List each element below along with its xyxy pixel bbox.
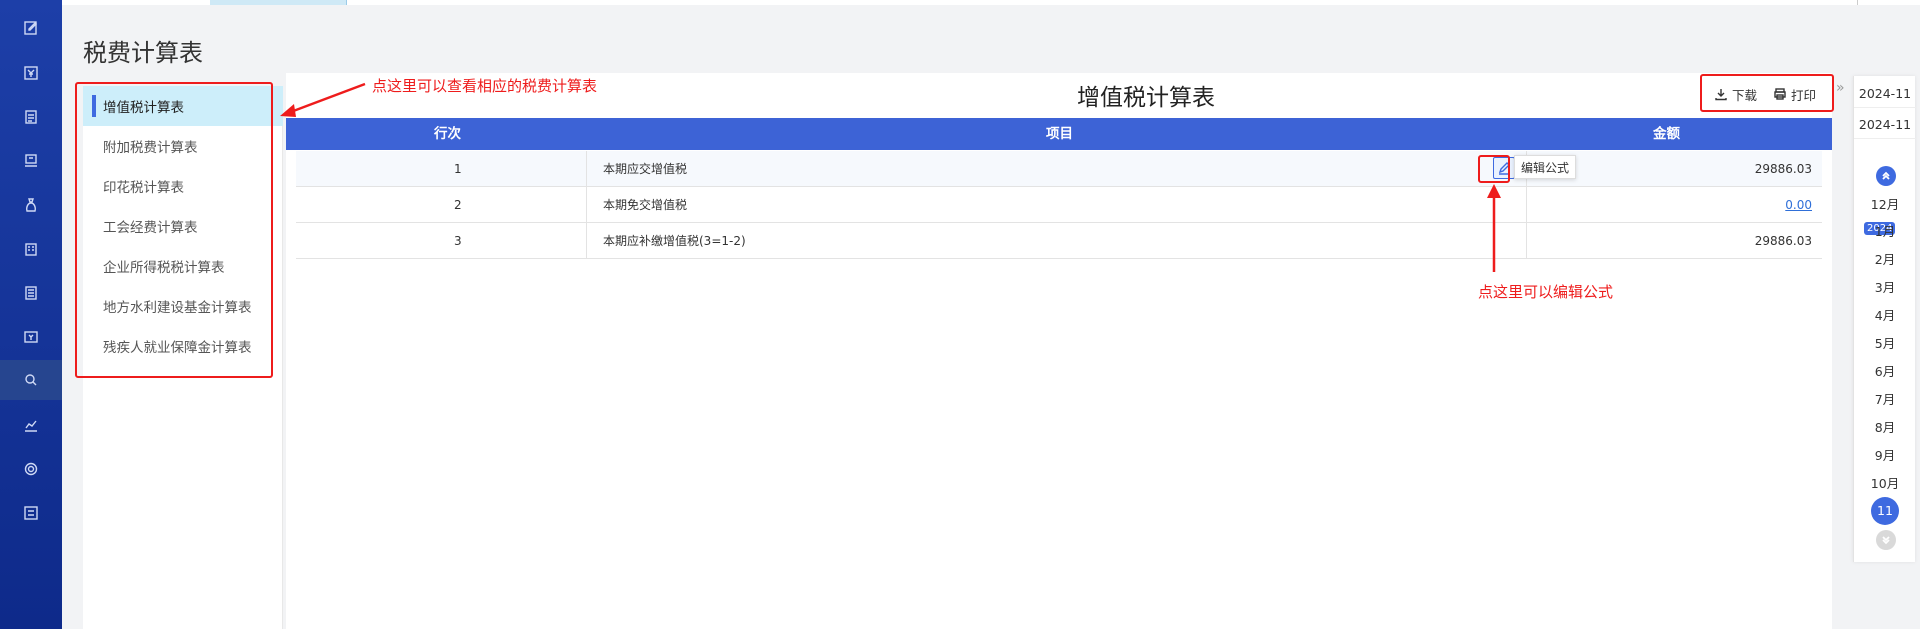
month-item[interactable]: 10月: [1854, 473, 1916, 495]
report-panel: 增值税计算表 行次 项目 金额 1 本期应交增值税 29886.03 2 本期免…: [286, 73, 1832, 629]
chevron-double-up-icon: [1882, 171, 1890, 180]
row-item: 本期应交增值税: [603, 162, 688, 176]
apps-icon[interactable]: [0, 493, 62, 533]
month-item[interactable]: 7月: [1854, 389, 1916, 411]
top-tab-strip: [62, 0, 1920, 5]
table-row: 3 本期应补缴增值税(3=1-2) 29886.03: [296, 223, 1822, 259]
month-item[interactable]: 4月: [1854, 305, 1916, 327]
month-item-selected[interactable]: 11月: [1854, 497, 1916, 546]
period-end[interactable]: 2024-11: [1854, 111, 1916, 139]
table-row: 2 本期免交增值税 0.00: [296, 187, 1822, 223]
month-item[interactable]: 5月: [1854, 333, 1916, 355]
yen-icon[interactable]: [0, 53, 62, 93]
annotation-edit-hint: 点这里可以编辑公式: [1478, 283, 1614, 301]
row-amount: 29886.03: [1754, 162, 1812, 176]
tab-active[interactable]: [210, 0, 347, 5]
page-title: 税费计算表: [83, 39, 203, 67]
selected-month-label: 11月: [1871, 497, 1899, 546]
month-scroll-down-button[interactable]: [1876, 530, 1896, 550]
row-item: 本期应补缴增值税(3=1-2): [603, 234, 746, 248]
period-start[interactable]: 2024-11: [1854, 80, 1916, 108]
row-no: 2: [454, 198, 462, 212]
payment-icon[interactable]: [0, 317, 62, 357]
annotation-box-menu: [75, 82, 273, 378]
edit-icon[interactable]: [0, 8, 62, 48]
month-item[interactable]: 3月: [1854, 277, 1916, 299]
month-item[interactable]: 12月: [1854, 194, 1916, 216]
month-item[interactable]: 1月: [1854, 221, 1916, 243]
period-panel: 2024-11 2024-11 2024 12月 1月 2月 3月 4月 5月 …: [1853, 76, 1916, 562]
row-no: 1: [454, 162, 462, 176]
column-header-item: 项目: [1046, 126, 1073, 142]
chevron-double-down-icon: [1882, 536, 1890, 545]
month-scroll-up-button[interactable]: [1876, 166, 1896, 186]
edit-formula-tooltip: 编辑公式: [1514, 155, 1577, 179]
settings-icon[interactable]: [0, 449, 62, 489]
annotation-menu-hint: 点这里可以查看相应的税费计算表: [372, 77, 598, 95]
tax-search-icon[interactable]: [0, 360, 62, 400]
column-header-row-no: 行次: [434, 126, 461, 142]
report-title: 增值税计算表: [1077, 85, 1215, 111]
annotation-box-toolbar: [1700, 74, 1834, 112]
nav-icon-bar: [0, 0, 62, 629]
column-header-amount: 金额: [1653, 126, 1680, 142]
month-item[interactable]: 9月: [1854, 445, 1916, 467]
ledger-icon[interactable]: [0, 97, 62, 137]
report-icon[interactable]: [0, 273, 62, 313]
table-row: 1 本期应交增值税 29886.03: [296, 151, 1822, 187]
row-amount: 29886.03: [1754, 234, 1812, 248]
row-amount-link[interactable]: 0.00: [1785, 187, 1812, 223]
voucher-icon[interactable]: [0, 141, 62, 181]
money-bag-icon[interactable]: [0, 185, 62, 225]
month-item[interactable]: 8月: [1854, 417, 1916, 439]
month-item[interactable]: 6月: [1854, 361, 1916, 383]
row-item: 本期免交增值税: [603, 198, 688, 212]
row-no: 3: [454, 234, 462, 248]
collapse-panel-icon[interactable]: »: [1836, 80, 1845, 96]
tab-more[interactable]: [1857, 0, 1883, 5]
building-icon[interactable]: [0, 229, 62, 269]
chart-icon[interactable]: [0, 405, 62, 445]
month-item[interactable]: 2月: [1854, 249, 1916, 271]
table-header: 行次 项目 金额: [286, 118, 1832, 150]
annotation-box-edit: [1478, 155, 1510, 183]
